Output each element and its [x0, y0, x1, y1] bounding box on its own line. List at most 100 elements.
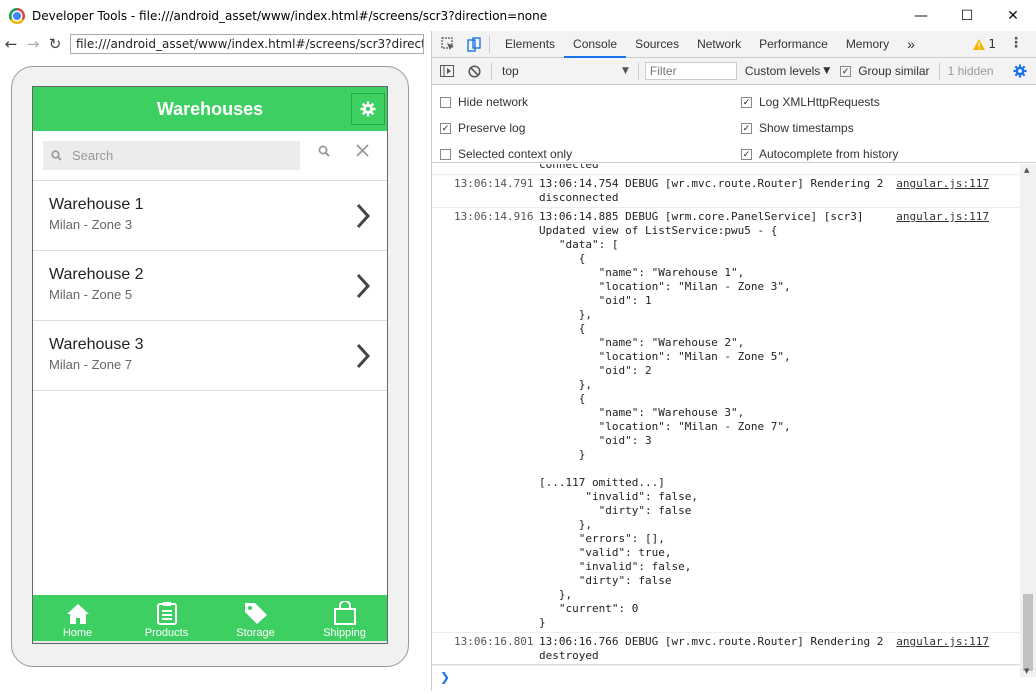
app-header: Warehouses	[33, 87, 387, 131]
tab-label: Home	[62, 627, 93, 639]
address-bar[interactable]: file:///android_asset/www/index.html#/sc…	[70, 34, 424, 54]
hide-network-checkbox[interactable]: Hide network	[440, 95, 528, 109]
item-name: Warehouse 3	[49, 336, 144, 353]
scroll-down-icon[interactable]: ▼	[1024, 667, 1029, 675]
tab-console[interactable]: Console	[564, 31, 627, 58]
gear-icon	[360, 101, 376, 117]
message-timestamp: 13:06:14.916	[454, 210, 534, 223]
autocomplete-history-checkbox[interactable]: ✓ Autocomplete from history	[741, 147, 898, 161]
filter-input[interactable]	[644, 62, 737, 80]
search-icon	[51, 150, 62, 161]
list-item[interactable]: Warehouse 1 Milan - Zone 3	[33, 181, 387, 251]
tab-storage[interactable]: Storage	[211, 595, 300, 643]
maximize-button[interactable]: ☐	[944, 0, 990, 31]
checkbox-label: Hide network	[458, 95, 529, 109]
sidebar-toggle-icon[interactable]	[440, 65, 454, 77]
console-scrollbar[interactable]: ▲ ▼	[1020, 164, 1036, 677]
message-timestamp: 13:06:16.801	[454, 635, 534, 648]
minimize-button[interactable]: —	[898, 0, 944, 31]
tab-label: Products	[144, 627, 189, 639]
prompt-chevron-icon: ❯	[440, 670, 451, 684]
window-titlebar: Developer Tools - file:///android_asset/…	[0, 0, 1036, 31]
chevron-right-icon	[356, 203, 371, 229]
console-message: 13:06:14.916 13:06:14.885 DEBUG [wrm.cor…	[432, 208, 1020, 633]
console-message: 13:06:16.801 13:06:16.766 DEBUG [wr.mvc.…	[432, 633, 1020, 666]
console-settings: Hide network ✓ Log XMLHttpRequests ✓ Prese…	[432, 85, 1036, 163]
devtools-tab-bar: Elements Console Sources Network Perform…	[432, 31, 1036, 58]
reload-icon[interactable]: ↻	[44, 35, 66, 53]
tab-memory[interactable]: Memory	[837, 31, 898, 58]
checkbox-label: Log XMLHttpRequests	[759, 95, 880, 109]
clear-console-icon[interactable]	[468, 64, 481, 78]
context-selector[interactable]: top	[502, 64, 622, 78]
message-text: connected	[539, 164, 599, 171]
tab-products[interactable]: Products	[122, 595, 211, 643]
group-similar-checkbox[interactable]: ✓ Group similar	[840, 64, 930, 78]
checkbox-check-icon: ✓	[840, 65, 852, 77]
checkbox-check-icon: ✓	[741, 148, 752, 160]
inspect-element-icon[interactable]	[441, 37, 455, 51]
checkbox-label: Show timestamps	[759, 121, 854, 135]
chevron-right-icon	[356, 273, 371, 299]
chevron-right-icon	[356, 343, 371, 369]
tab-sources[interactable]: Sources	[626, 31, 688, 58]
checkbox-label: Group similar	[858, 64, 930, 78]
search-input[interactable]: Search	[43, 141, 300, 170]
source-link[interactable]: angular.js:117	[896, 177, 989, 190]
console-output: connected 13:06:14.791 13:06:14.754 DEBU…	[432, 164, 1020, 694]
tab-performance[interactable]: Performance	[750, 31, 837, 58]
back-arrow-icon[interactable]: ←	[0, 35, 22, 53]
warning-counter[interactable]: 1	[973, 37, 996, 51]
tab-label: Shipping	[323, 627, 366, 639]
source-link[interactable]: angular.js:117	[896, 210, 989, 223]
app-screen: Warehouses Search Warehouse 1 Milan - Zo…	[32, 86, 388, 644]
log-levels-dropdown[interactable]: Custom levels	[745, 64, 820, 78]
console-prompt[interactable]: ❯	[432, 664, 1020, 691]
show-timestamps-checkbox[interactable]: ✓ Show timestamps	[741, 121, 854, 135]
message-text: 13:06:14.885 DEBUG [wrm.core.PanelServic…	[539, 210, 864, 629]
page-title: Warehouses	[156, 98, 264, 119]
clear-search-icon[interactable]	[356, 144, 369, 157]
item-location: Milan - Zone 3	[49, 217, 133, 232]
hidden-count: 1 hidden	[947, 64, 994, 78]
checkbox-check-icon: ✓	[440, 122, 451, 134]
tab-elements[interactable]: Elements	[496, 31, 564, 58]
browser-navbar: ← → ↻ file:///android_asset/www/index.ht…	[0, 31, 432, 57]
forward-arrow-icon[interactable]: →	[22, 35, 44, 53]
shopping-bag-icon	[333, 601, 356, 625]
bottom-tab-bar: Home Products Storage Shipping	[33, 595, 387, 643]
tab-home[interactable]: Home	[33, 595, 122, 643]
search-bar: Search	[33, 131, 387, 181]
item-location: Milan - Zone 7	[49, 357, 133, 372]
tab-network[interactable]: Network	[688, 31, 750, 58]
selected-context-checkbox[interactable]: Selected context only	[440, 147, 572, 161]
chevron-down-icon: ▼	[622, 66, 629, 76]
device-toolbar-icon[interactable]	[467, 36, 481, 52]
preserve-log-checkbox[interactable]: ✓ Preserve log	[440, 121, 525, 135]
checkbox-label: Selected context only	[458, 147, 573, 161]
log-xhr-checkbox[interactable]: ✓ Log XMLHttpRequests	[741, 95, 880, 109]
item-name: Warehouse 2	[49, 266, 144, 283]
checkbox-check-icon: ✓	[741, 122, 752, 134]
item-name: Warehouse 1	[49, 196, 144, 213]
tab-shipping[interactable]: Shipping	[300, 595, 387, 643]
more-tabs-button[interactable]: »	[898, 31, 924, 58]
close-button[interactable]: ✕	[990, 0, 1036, 31]
list-item[interactable]: Warehouse 2 Milan - Zone 5	[33, 251, 387, 321]
source-link[interactable]: angular.js:117	[896, 635, 989, 648]
devtools-menu-icon[interactable]: ⋮	[1009, 36, 1023, 50]
item-location: Milan - Zone 5	[49, 287, 133, 302]
chevron-down-icon: ▼	[823, 66, 831, 76]
scroll-up-icon[interactable]: ▲	[1024, 166, 1029, 174]
console-toolbar: top ▼ Custom levels ▼ ✓ Group similar 1 h…	[432, 58, 1036, 85]
warning-count: 1	[988, 37, 996, 51]
list-item[interactable]: Warehouse 3 Milan - Zone 7	[33, 321, 387, 391]
gear-icon[interactable]	[1013, 64, 1027, 78]
checkbox-label: Autocomplete from history	[759, 147, 899, 161]
search-icon[interactable]	[318, 145, 330, 157]
settings-button[interactable]	[351, 93, 385, 125]
window-title: Developer Tools - file:///android_asset/…	[32, 8, 548, 23]
scrollbar-thumb[interactable]	[1023, 594, 1033, 671]
checkbox-check-icon: ✓	[741, 96, 752, 108]
checkbox-label: Preserve log	[458, 121, 526, 135]
